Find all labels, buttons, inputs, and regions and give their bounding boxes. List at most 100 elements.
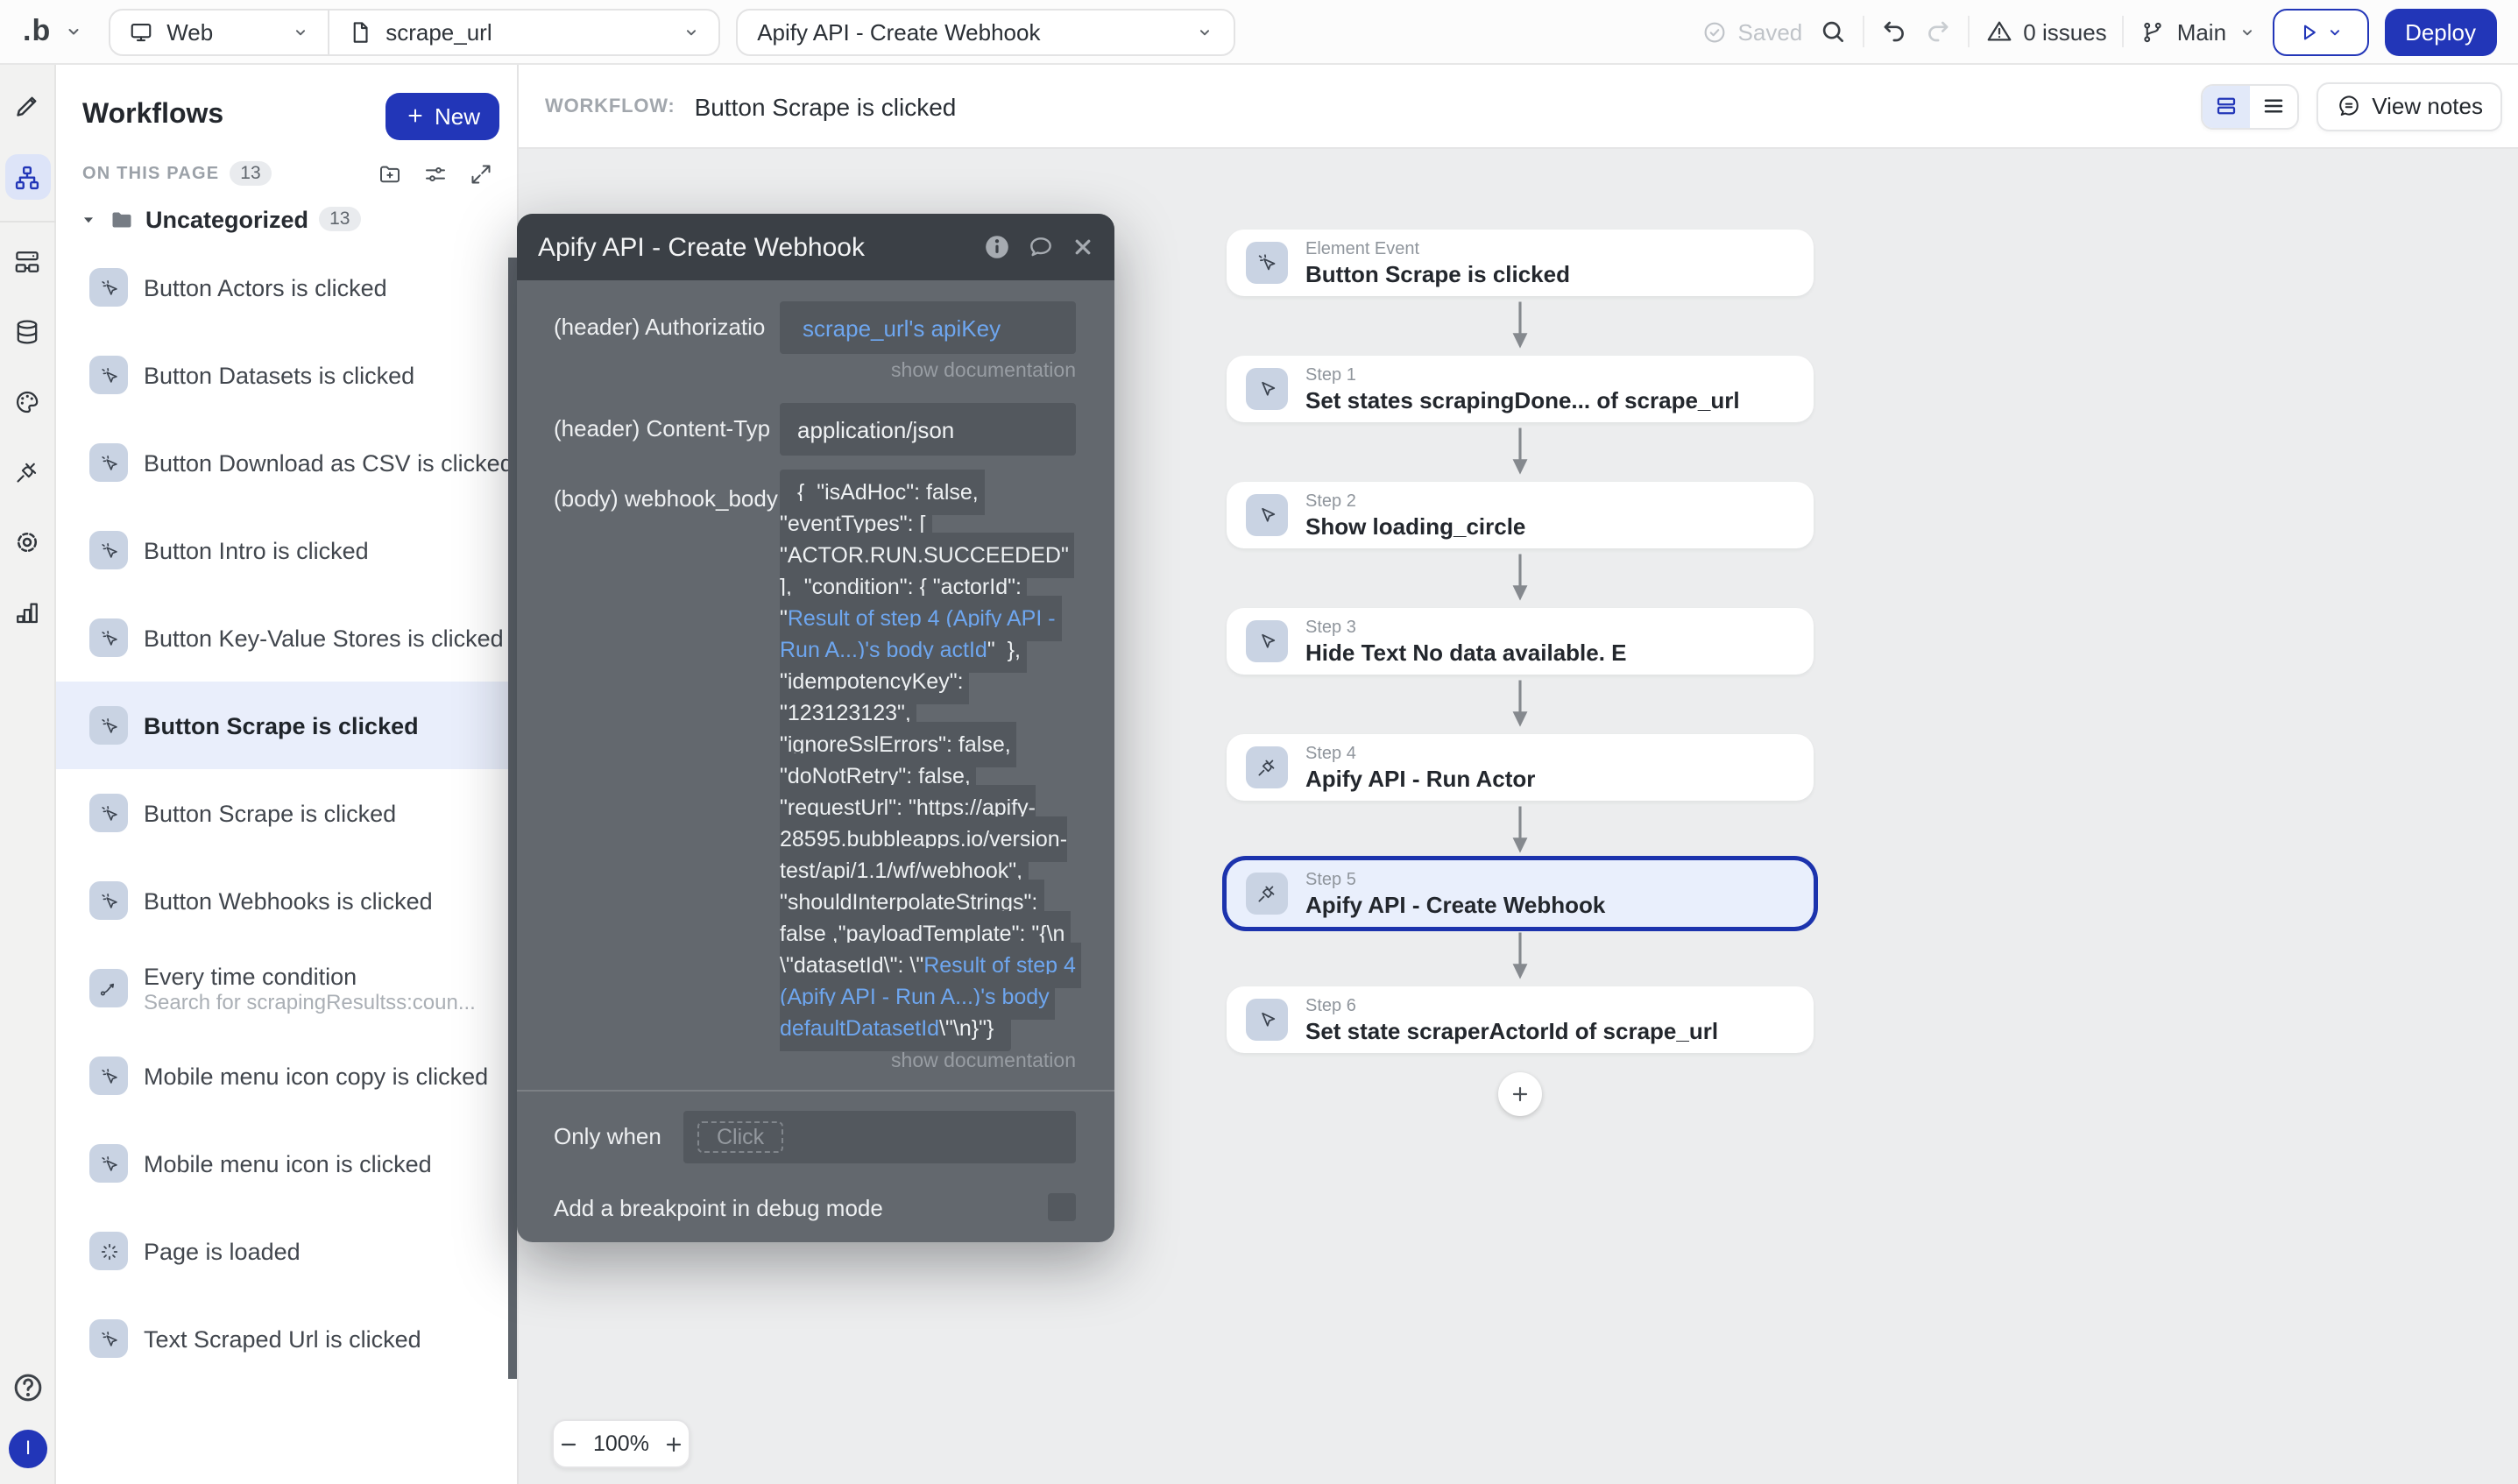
sidebar-item-design[interactable] bbox=[4, 84, 50, 126]
view-toggle-list[interactable] bbox=[2249, 85, 2296, 127]
undo-icon[interactable] bbox=[1879, 18, 1907, 46]
modal-header[interactable]: Apify API - Create Webhook bbox=[517, 214, 1114, 280]
chevron-down-icon bbox=[2324, 22, 2344, 41]
only-when-input[interactable]: Click bbox=[683, 1111, 1076, 1163]
zoom-out-button[interactable] bbox=[556, 1432, 579, 1455]
chevron-down-icon bbox=[682, 22, 701, 41]
workflow-list-item[interactable]: Button Actors is clicked bbox=[56, 244, 517, 331]
content-type-input[interactable]: application/json bbox=[780, 403, 1076, 456]
issues-button[interactable]: 0 issues bbox=[1984, 18, 2106, 46]
sidebar-item-settings[interactable] bbox=[4, 520, 50, 562]
workflow-list-item[interactable]: Button Scrape is clicked bbox=[56, 682, 517, 769]
caret-down-icon[interactable] bbox=[79, 209, 98, 229]
step-card[interactable]: Step 1Set states scrapingDone... of scra… bbox=[1227, 356, 1814, 422]
bubble-logo[interactable]: .b bbox=[23, 14, 51, 49]
only-when-placeholder[interactable]: Click bbox=[697, 1121, 783, 1153]
zoom-in-button[interactable] bbox=[663, 1432, 686, 1455]
view-notes-label: View notes bbox=[2372, 93, 2483, 119]
expand-icon[interactable] bbox=[468, 160, 494, 187]
workflow-list-item[interactable]: Mobile menu icon copy is clicked bbox=[56, 1032, 517, 1120]
branch-icon bbox=[2140, 18, 2167, 45]
workflow-item-sublabel: Search for scrapingResultss:coun... bbox=[144, 989, 476, 1014]
info-icon[interactable] bbox=[983, 233, 1011, 261]
logs-icon bbox=[12, 597, 42, 626]
auth-header-value[interactable]: scrape_url's apiKey bbox=[803, 314, 1001, 341]
mode-select[interactable]: Web bbox=[110, 10, 328, 53]
workflow-list-item[interactable]: Button Intro is clicked bbox=[56, 506, 517, 594]
panel-header: Workflows New bbox=[56, 65, 517, 152]
sidebar-item-data[interactable] bbox=[4, 310, 50, 352]
webhook-body-input[interactable]: { "isAdHoc": false, "eventTypes": [ "ACT… bbox=[780, 470, 1082, 1051]
plug-icon bbox=[1246, 873, 1288, 915]
flow-arrow-icon bbox=[1227, 801, 1814, 860]
sidebar-item-styles[interactable] bbox=[4, 380, 50, 422]
step-kind: Step 3 bbox=[1305, 618, 1627, 639]
workflow-list-item[interactable]: Every time conditionSearch for scrapingR… bbox=[56, 944, 517, 1032]
workflow-item-label: Button Download as CSV is clicked bbox=[144, 449, 513, 476]
workflow-item-label: Button Scrape is clicked bbox=[144, 712, 419, 738]
sidebar-item-plugins[interactable] bbox=[4, 450, 50, 492]
search-icon[interactable] bbox=[1818, 18, 1846, 46]
folder-count: 13 bbox=[319, 207, 360, 231]
workflow-list-item[interactable]: Button Key-Value Stores is clicked bbox=[56, 594, 517, 682]
zoom-control: 100% bbox=[552, 1419, 690, 1468]
preview-button[interactable] bbox=[2272, 8, 2368, 55]
view-notes-button[interactable]: View notes bbox=[2316, 81, 2502, 131]
auth-header-input[interactable]: scrape_url's apiKey bbox=[780, 301, 1076, 354]
step-title: Set states scrapingDone... of scrape_url bbox=[1305, 386, 1740, 413]
comment-icon[interactable] bbox=[1027, 233, 1055, 261]
workflow-select[interactable]: Apify API - Create Webhook bbox=[736, 8, 1235, 55]
plug-icon bbox=[1246, 746, 1288, 788]
panel-scrollbar[interactable] bbox=[508, 258, 517, 1379]
flow-arrow-icon bbox=[1227, 296, 1814, 356]
folder-row-uncategorized[interactable]: Uncategorized 13 bbox=[56, 194, 517, 244]
step-kind: Element Event bbox=[1305, 239, 1570, 260]
auth-header-label: (header) Authorizatio bbox=[554, 301, 780, 354]
plugins-icon bbox=[12, 456, 42, 486]
content-type-label: (header) Content-Typ bbox=[554, 403, 780, 456]
saved-label: Saved bbox=[1738, 18, 1803, 45]
workflow-item-label: Text Scraped Url is clicked bbox=[144, 1325, 421, 1352]
workflow-item-label: Mobile menu icon copy is clicked bbox=[144, 1063, 488, 1089]
workflow-list: Button Actors is clicked Button Datasets … bbox=[56, 244, 517, 1382]
redo-icon[interactable] bbox=[1923, 18, 1951, 46]
sidebar-item-workflows[interactable] bbox=[4, 154, 50, 200]
breakpoint-checkbox[interactable] bbox=[1048, 1193, 1076, 1221]
workflow-list-item[interactable]: Mobile menu icon is clicked bbox=[56, 1120, 517, 1207]
sidebar-item-backend[interactable] bbox=[4, 240, 50, 282]
workflow-list-item[interactable]: Text Scraped Url is clicked bbox=[56, 1295, 517, 1382]
modal-divider bbox=[517, 1090, 1114, 1092]
workflow-list-item[interactable]: Button Webhooks is clicked bbox=[56, 857, 517, 944]
branch-select[interactable]: Main bbox=[2140, 18, 2256, 45]
step-title: Show loading_circle bbox=[1305, 512, 1525, 539]
workflow-list-item[interactable]: Page is loaded bbox=[56, 1207, 517, 1295]
workflow-item-label: Button Intro is clicked bbox=[144, 537, 369, 563]
show-documentation-link[interactable]: show documentation bbox=[517, 354, 1114, 382]
logo-menu-chevron-icon[interactable] bbox=[63, 21, 84, 42]
step-card[interactable]: Step 2Show loading_circle bbox=[1227, 482, 1814, 548]
workflow-list-item[interactable]: Button Download as CSV is clicked bbox=[56, 419, 517, 506]
close-icon[interactable] bbox=[1071, 235, 1095, 259]
step-card[interactable]: Element EventButton Scrape is clicked bbox=[1227, 230, 1814, 296]
step-card[interactable]: Step 5Apify API - Create Webhook bbox=[1227, 860, 1814, 927]
add-step-button[interactable] bbox=[1498, 1072, 1542, 1116]
deploy-button[interactable]: Deploy bbox=[2384, 8, 2497, 55]
workflow-item-label: Button Datasets is clicked bbox=[144, 362, 414, 388]
sidebar-item-logs[interactable] bbox=[4, 590, 50, 632]
webhook-body-label: (body) webhook_body bbox=[554, 477, 780, 1044]
help-icon[interactable] bbox=[11, 1370, 46, 1405]
step-kind: Step 4 bbox=[1305, 744, 1535, 765]
step-card[interactable]: Step 6Set state scraperActorId of scrape… bbox=[1227, 986, 1814, 1053]
workflow-list-item[interactable]: Button Scrape is clicked bbox=[56, 769, 517, 857]
new-workflow-button[interactable]: New bbox=[385, 92, 499, 139]
view-toggle-cards[interactable] bbox=[2202, 85, 2249, 127]
filter-icon[interactable] bbox=[422, 160, 449, 187]
workflow-list-item[interactable]: Button Datasets is clicked bbox=[56, 331, 517, 419]
add-folder-icon[interactable] bbox=[377, 160, 403, 187]
page-select[interactable]: scrape_url bbox=[328, 10, 718, 53]
flow-arrow-icon bbox=[1227, 548, 1814, 608]
plus-icon bbox=[405, 105, 426, 126]
user-avatar[interactable]: I bbox=[9, 1430, 47, 1468]
step-card[interactable]: Step 3Hide Text No data available. E bbox=[1227, 608, 1814, 675]
step-card[interactable]: Step 4Apify API - Run Actor bbox=[1227, 734, 1814, 801]
